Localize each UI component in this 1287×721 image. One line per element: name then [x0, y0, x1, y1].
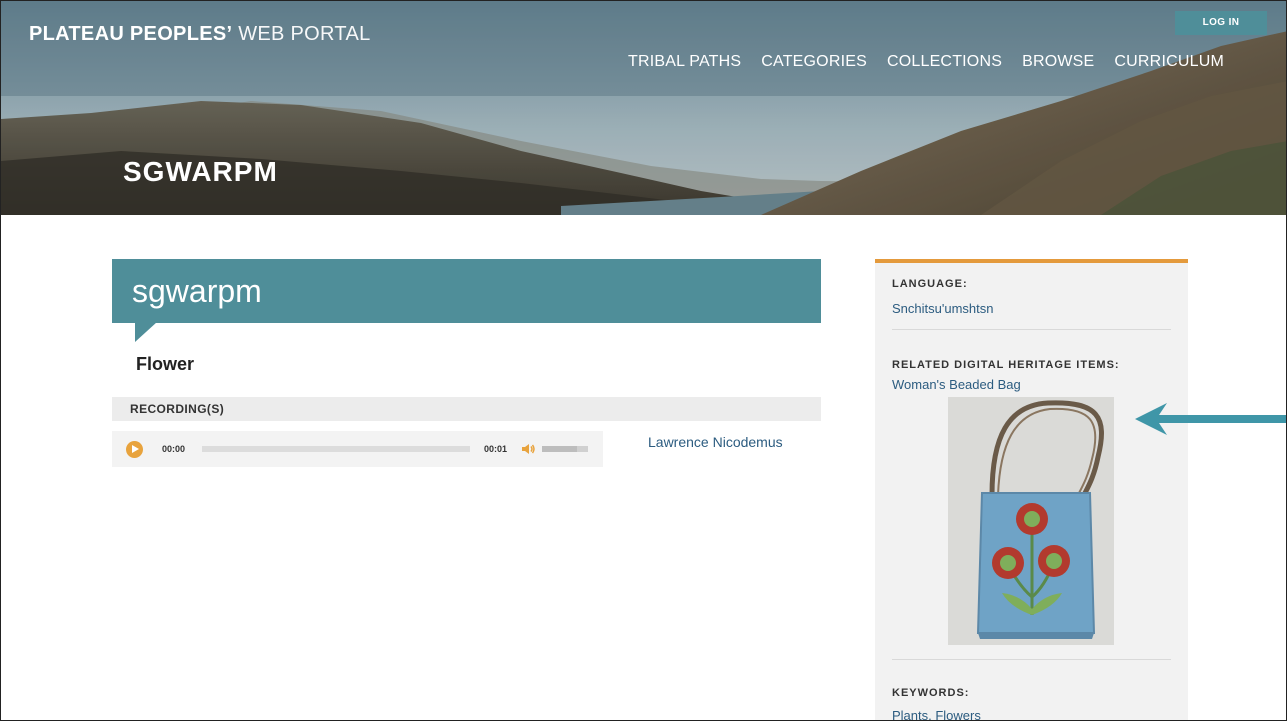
audio-player: 00:00 00:01: [112, 431, 603, 467]
metadata-sidebar: LANGUAGE: Snchitsu'umshtsn RELATED DIGIT…: [875, 259, 1188, 720]
recordings-header-label: RECORDING(S): [130, 402, 225, 416]
recording-contributor-link[interactable]: Lawrence Nicodemus: [648, 434, 783, 450]
related-items-label: RELATED DIGITAL HERITAGE ITEMS:: [892, 359, 1120, 371]
current-time: 00:00: [162, 444, 186, 454]
language-link[interactable]: Snchitsu'umshtsn: [892, 301, 993, 316]
sidebar-divider: [892, 329, 1171, 330]
duration-time: 00:01: [484, 444, 508, 454]
related-item-link[interactable]: Woman's Beaded Bag: [892, 377, 1021, 392]
nav-item-tribal-paths[interactable]: TRIBAL PATHS: [628, 53, 741, 71]
volume-slider[interactable]: [542, 446, 588, 452]
beaded-bag-image: [948, 397, 1114, 645]
pointer-arrow-icon: [1135, 403, 1286, 435]
page-title: sgwarpm: [132, 273, 262, 309]
page-heading-box: sgwarpm: [112, 259, 821, 323]
login-button[interactable]: LOG IN: [1175, 11, 1267, 35]
progress-bar[interactable]: [202, 446, 470, 452]
nav-item-collections[interactable]: COLLECTIONS: [887, 53, 1002, 71]
main-nav: TRIBAL PATHS CATEGORIES COLLECTIONS BROW…: [628, 53, 1224, 71]
header-banner: PLATEAU PEOPLES’ WEB PORTAL LOG IN TRIBA…: [1, 1, 1286, 215]
play-icon[interactable]: [126, 441, 143, 458]
recordings-section-header: RECORDING(S): [112, 397, 821, 421]
nav-item-curriculum[interactable]: CURRICULUM: [1114, 53, 1224, 71]
keywords-label: KEYWORDS:: [892, 687, 970, 699]
site-title[interactable]: PLATEAU PEOPLES’ WEB PORTAL: [29, 23, 371, 46]
banner-title: SGWARPM: [123, 156, 278, 187]
nav-item-categories[interactable]: CATEGORIES: [761, 53, 867, 71]
heading-speech-tail: [135, 322, 157, 342]
sidebar-divider: [892, 659, 1171, 660]
keywords-links[interactable]: Plants, Flowers: [892, 708, 981, 720]
volume-icon[interactable]: [520, 441, 536, 457]
page-frame: PLATEAU PEOPLES’ WEB PORTAL LOG IN TRIBA…: [0, 0, 1287, 721]
site-title-bold: PLATEAU PEOPLES’: [29, 23, 233, 45]
beaded-bag-thumbnail[interactable]: [948, 397, 1114, 645]
site-title-light: WEB PORTAL: [232, 23, 371, 45]
nav-item-browse[interactable]: BROWSE: [1022, 53, 1094, 71]
volume-level: [542, 446, 577, 452]
language-label: LANGUAGE:: [892, 278, 968, 290]
page-subtitle: Flower: [136, 354, 195, 374]
